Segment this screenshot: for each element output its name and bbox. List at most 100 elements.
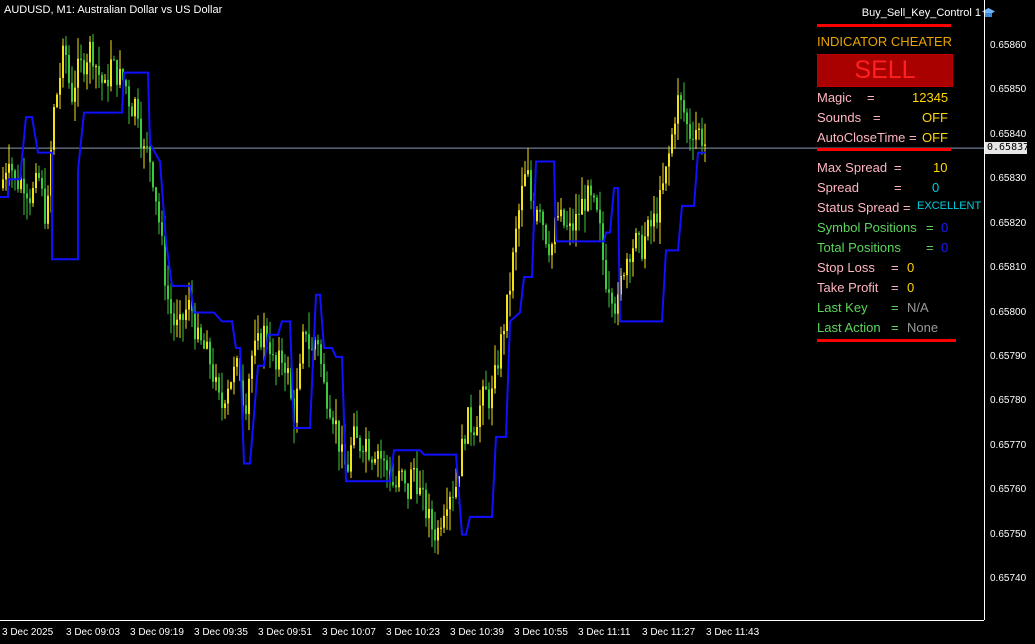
- price-tick-label: 0.65780: [990, 395, 1027, 407]
- time-tick-label: 3 Dec 09:19: [130, 627, 184, 638]
- candle-body: [107, 79, 109, 87]
- candle-body: [488, 389, 490, 409]
- candle-body: [371, 459, 373, 463]
- candle-body: [437, 527, 439, 541]
- candle-body: [254, 340, 256, 356]
- candle-body: [209, 341, 211, 365]
- candle-body: [662, 183, 664, 190]
- candle-body: [173, 313, 175, 326]
- candle-body: [275, 355, 277, 370]
- chart-title: AUDUSD, M1: Australian Dollar vs US Doll…: [4, 4, 223, 16]
- candle-body: [392, 481, 394, 486]
- candle-body: [404, 470, 406, 484]
- candle-body: [413, 468, 415, 470]
- candle-body: [296, 388, 298, 423]
- max-spread-eq: =: [894, 160, 902, 175]
- time-tick-label: 3 Dec 09:03: [66, 627, 120, 638]
- candle-body: [581, 198, 583, 215]
- candle-body: [452, 496, 454, 498]
- candle-body: [665, 166, 667, 184]
- candle-body: [74, 87, 76, 102]
- candle-body: [149, 146, 151, 163]
- last-key-eq: =: [891, 300, 899, 315]
- total-positions-label: Total Positions: [817, 240, 901, 255]
- candle-body: [188, 299, 190, 310]
- candle-body: [35, 172, 37, 188]
- candle-body: [518, 210, 520, 229]
- candle-body: [326, 382, 328, 409]
- sounds-value: OFF: [922, 110, 948, 125]
- candle-body: [473, 432, 475, 436]
- candle-body: [500, 334, 502, 369]
- candle-body: [92, 41, 94, 67]
- candle-body: [14, 170, 16, 180]
- candle-body: [341, 444, 343, 452]
- candle-body: [614, 303, 616, 314]
- candle-body: [497, 365, 499, 369]
- candle-body: [422, 487, 424, 490]
- candle-body: [524, 174, 526, 186]
- candle-body: [668, 153, 670, 167]
- candle-body: [221, 392, 223, 408]
- candle-body: [545, 224, 547, 245]
- panel-top-divider: [817, 24, 951, 27]
- candle-body: [59, 77, 61, 95]
- candle-body: [653, 213, 655, 227]
- time-tick-label: 3 Dec 09:51: [258, 627, 312, 638]
- candle-body: [176, 319, 178, 326]
- candle-body: [440, 527, 442, 529]
- candle-body: [146, 146, 148, 148]
- candle-body: [401, 470, 403, 472]
- symbol-positions-eq: =: [926, 220, 934, 235]
- indicator-line: [0, 71, 706, 536]
- candle-body: [479, 405, 481, 427]
- candle-body: [224, 403, 226, 408]
- candle-body: [623, 275, 625, 277]
- time-tick-label: 3 Dec 10:39: [450, 627, 504, 638]
- candle-body: [647, 219, 649, 237]
- price-tick-label: 0.65740: [990, 573, 1027, 584]
- candle-body: [566, 225, 568, 227]
- candle-body: [398, 470, 400, 488]
- candle-body: [281, 350, 283, 363]
- magic-label: Magic: [817, 90, 852, 105]
- candle-body: [362, 451, 364, 453]
- candle-body: [395, 485, 397, 488]
- candle-body: [650, 219, 652, 227]
- candle-body: [98, 66, 100, 75]
- ea-name[interactable]: Buy_Sell_Key_Control 1: [862, 7, 981, 19]
- candle-body: [29, 198, 31, 204]
- candle-body: [494, 365, 496, 389]
- candle-body: [113, 59, 115, 61]
- candle-body: [407, 483, 409, 499]
- candle-body: [482, 386, 484, 406]
- candle-body: [626, 258, 628, 276]
- price-tick-label: 0.65800: [990, 306, 1027, 318]
- candle-body: [476, 426, 478, 436]
- candle-body: [470, 407, 472, 433]
- candle-body: [5, 172, 7, 180]
- candle-body: [41, 177, 43, 189]
- candle-body: [167, 285, 169, 300]
- candle-body: [506, 294, 508, 332]
- spread-eq: =: [894, 180, 902, 195]
- candle-body: [569, 223, 571, 226]
- candle-body: [269, 342, 271, 355]
- candle-body: [44, 188, 46, 224]
- candle-body: [11, 163, 13, 171]
- candle-body: [443, 515, 445, 528]
- last-action-label: Last Action: [817, 320, 881, 335]
- candle-body: [140, 118, 142, 148]
- candle-body: [671, 134, 673, 154]
- candle-body: [47, 195, 49, 224]
- candle-body: [659, 189, 661, 223]
- stop-loss-eq: =: [891, 260, 899, 275]
- take-profit-value: 0: [907, 280, 915, 295]
- price-tick-label: 0.65830: [990, 173, 1027, 185]
- candle-body: [143, 146, 145, 148]
- candle-body: [530, 170, 532, 201]
- sell-signal-button[interactable]: SELL: [817, 54, 953, 87]
- candle-body: [338, 420, 340, 452]
- candle-body: [317, 340, 319, 345]
- last-key-value: N/A: [907, 300, 929, 315]
